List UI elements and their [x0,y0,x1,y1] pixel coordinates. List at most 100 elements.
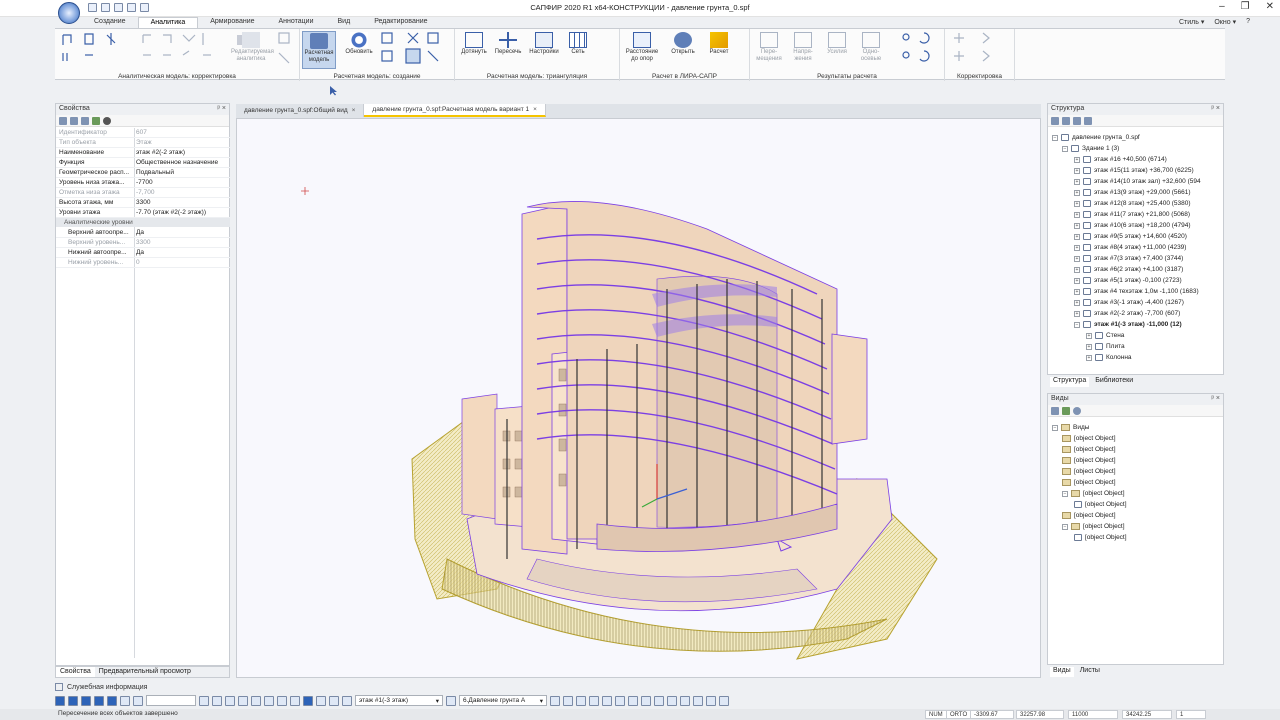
tree-item[interactable]: + этаж #7(3 этаж) +7,400 (3744) [1052,253,1201,264]
snap-node-icon[interactable] [81,695,91,706]
property-row[interactable]: Идентификатор 607 [56,128,230,138]
red-marker-icon[interactable] [667,695,677,706]
mirror-icon[interactable] [277,695,287,706]
expand-icon[interactable]: + [1074,178,1080,185]
tree-item[interactable]: [object Object] [1052,466,1127,477]
hide-icon[interactable] [680,695,690,706]
maximize-button[interactable]: ❐ [1241,1,1250,12]
minimize-button[interactable]: – [1219,1,1225,12]
uniaxial-button[interactable]: Одно-осевые [854,31,888,69]
section-box-icon[interactable] [706,695,716,706]
property-value[interactable]: 3300 [136,199,228,206]
tree-item[interactable]: + этаж #2(-2 этаж) -7,700 (607) [1052,308,1201,319]
tab-sheets[interactable]: Листы [1080,667,1100,677]
tab-analytics[interactable]: Аналитика [137,17,199,28]
expand-icon[interactable]: + [1074,233,1080,240]
property-section-header[interactable]: Аналитические уровни [56,218,230,227]
tree-item[interactable]: + этаж #8(4 этаж) +11,000 (4239) [1052,242,1201,253]
visibility-icon[interactable] [1073,117,1081,125]
property-value[interactable]: Подвальный [136,169,228,176]
expand-icon[interactable]: − [1062,145,1068,152]
tree-item[interactable]: [object Object] [1052,477,1127,488]
expand-icon[interactable]: + [1086,354,1092,361]
expand-icon[interactable]: + [1074,255,1080,262]
help-menu[interactable]: ? [1246,18,1250,26]
expand-icon[interactable]: + [1074,189,1080,196]
expand-icon[interactable]: − [1052,424,1058,431]
tab-editing[interactable]: Редактирование [362,17,439,28]
property-value[interactable]: 0 [136,259,228,266]
property-row[interactable]: Верхний уровень... 3300 [56,238,230,248]
floor-combo[interactable]: этаж #1(-3 этаж) ▾ [355,695,443,706]
property-row[interactable]: Уровень низа этажа... -7700 [56,178,230,188]
close-icon[interactable]: × [533,106,537,113]
close-icon[interactable]: ᵖ × [217,105,226,112]
close-icon[interactable]: × [352,107,356,114]
expand-icon[interactable]: − [1074,321,1080,328]
property-row[interactable]: Отметка низа этажа -7,700 [56,188,230,198]
tree-item[interactable]: − [object Object] [1052,521,1127,532]
results-extra-icons[interactable] [898,31,938,71]
close-button[interactable]: ✕ [1266,1,1274,12]
property-row[interactable]: Нижний уровень... 0 [56,258,230,268]
check-icon[interactable] [1062,407,1070,415]
calc-button[interactable]: Расчет [702,31,736,69]
window-menu[interactable]: Окно ▾ [1214,18,1236,26]
expand-icon[interactable]: + [1074,277,1080,284]
scale-combo[interactable] [146,695,196,706]
expand-icon[interactable]: + [1074,222,1080,229]
view-mode-icon[interactable] [303,695,313,706]
copy-icon[interactable] [238,695,248,706]
sort-icon[interactable] [59,117,67,125]
model-create-icons[interactable] [380,31,450,71]
correction-icons[interactable] [951,31,1011,71]
expand-icon[interactable]: + [1074,211,1080,218]
fit-icon[interactable] [641,695,651,706]
property-value[interactable]: 3300 [136,239,228,246]
property-value[interactable]: Да [136,229,228,236]
property-row[interactable]: Наименование этаж #2(-2 этаж) [56,148,230,158]
property-value[interactable]: Этаж [136,139,228,146]
tab-reinforcement[interactable]: Армирование [198,17,266,28]
tab-create[interactable]: Создание [82,17,138,28]
check-icon[interactable] [92,117,100,125]
tab-views[interactable]: Виды [1050,667,1074,677]
property-row[interactable]: Высота этажа, мм 3300 [56,198,230,208]
list-icon[interactable] [1051,117,1059,125]
property-row[interactable]: Геометрическое расп... Подвальный [56,168,230,178]
snap-edge-icon[interactable] [94,695,104,706]
expand-icon[interactable]: + [1074,288,1080,295]
cube-icon[interactable] [654,695,664,706]
open-lira-button[interactable]: Открыть [666,31,700,69]
tree-item[interactable]: + этаж #14(10 этаж зал) +32,600 (594 [1052,176,1201,187]
tree-item[interactable]: − этаж #1(-3 этаж) -11,000 (12) [1052,319,1201,330]
zoom-icon[interactable] [615,695,625,706]
expand-icon[interactable]: + [1074,310,1080,317]
tree-item[interactable]: − [object Object] [1052,488,1127,499]
tree-item[interactable]: [object Object] [1052,433,1127,444]
rotate-icon[interactable] [264,695,274,706]
stresses-button[interactable]: Напря-жения [786,31,820,69]
property-row[interactable]: Верхний автоопре... Да [56,228,230,238]
tree-item[interactable]: [object Object] [1052,532,1127,543]
tree-item[interactable]: − Виды [1052,422,1127,433]
section-icon[interactable] [133,695,143,706]
expand-icon[interactable]: − [1062,523,1068,530]
isolate-icon[interactable] [693,695,703,706]
snap-icon[interactable] [55,695,65,706]
expand-icon[interactable]: + [1086,332,1092,339]
filter-icon[interactable] [70,117,78,125]
tree-item[interactable]: [object Object] [1052,455,1127,466]
doc-tab-general-view[interactable]: давление грунта_0.spf:Общий вид × [236,104,365,117]
displacements-button[interactable]: Пере-мещения [752,31,786,69]
tab-libraries[interactable]: Библиотеки [1095,377,1133,387]
filter-icon[interactable] [1062,117,1070,125]
property-row[interactable]: Тип объекта Этаж [56,138,230,148]
measure-icon[interactable] [199,695,209,706]
building-3d-model[interactable] [237,119,1041,678]
tab-annotations[interactable]: Аннотации [267,17,326,28]
tree-item[interactable]: + Плита [1052,341,1201,352]
tree-item[interactable]: − Здание 1 (3) [1052,143,1201,154]
grid-icon[interactable] [81,117,89,125]
export-icon[interactable] [576,695,586,706]
